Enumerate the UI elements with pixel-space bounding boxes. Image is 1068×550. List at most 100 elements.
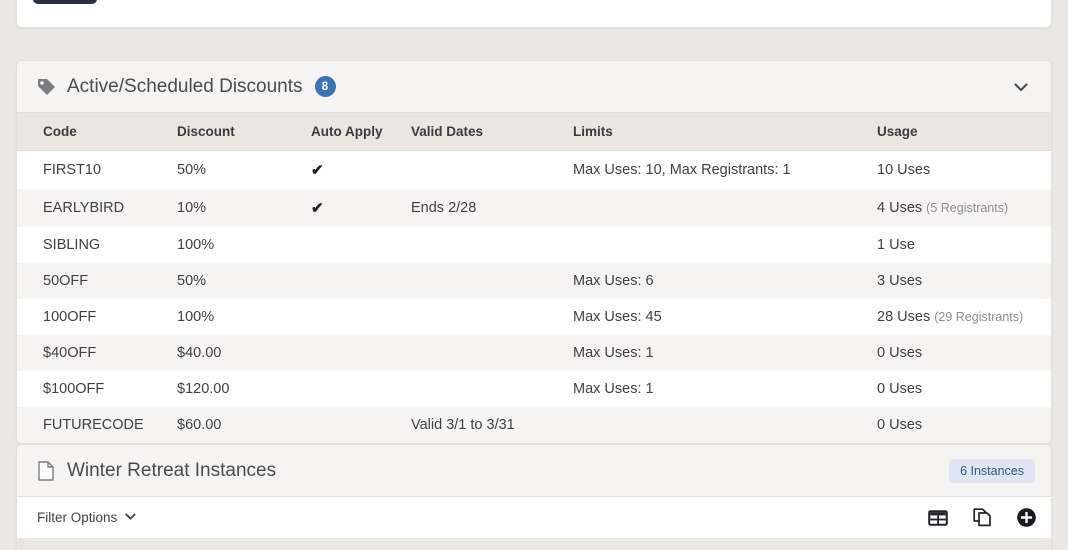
usage-value: 10 Uses: [877, 162, 931, 178]
cell-limits: Max Uses: 6: [573, 273, 654, 289]
cell-code: EARLYBIRD: [43, 200, 125, 216]
usage-value: 0 Uses: [877, 381, 923, 397]
cell-discount: $40.00: [177, 345, 222, 361]
instances-card-header[interactable]: Winter Retreat Instances 6 Instances: [17, 445, 1051, 497]
cell-discount: 50%: [177, 273, 207, 289]
cell-discount: $120.00: [177, 381, 230, 397]
column-header-end-date: End Date: [615, 539, 732, 550]
cell-limits: [573, 189, 877, 227]
chevron-down-icon[interactable]: [1007, 73, 1035, 101]
add-circle-icon[interactable]: [1015, 507, 1037, 529]
edit-button[interactable]: Edit: [33, 0, 98, 4]
cell-discount: 100%: [177, 237, 215, 253]
cell-auto-apply: ✔: [311, 200, 324, 217]
cell-limits: Max Uses: 45: [573, 309, 662, 325]
cell-usage: 4 Uses (5 Registrants): [877, 189, 1051, 227]
cell-limits: [573, 227, 877, 263]
cell-valid-dates: [411, 335, 573, 371]
tag-icon: [35, 76, 57, 98]
table-view-icon[interactable]: [927, 507, 949, 529]
column-header-registrants: Registrants: [732, 539, 854, 550]
column-header-auto-apply: Auto Apply: [311, 113, 411, 151]
cell-limits: Max Uses: 1: [573, 345, 654, 361]
usage-note: (29 Registrants): [934, 310, 1024, 324]
instances-action-icons: [927, 507, 1037, 529]
cell-discount: $60.00: [177, 417, 222, 433]
table-row[interactable]: $40OFF $40.00 Max Uses: 1 0 Uses: [17, 335, 1051, 371]
table-row[interactable]: EARLYBIRD 10% ✔ Ends 2/28 4 Uses (5 Regi…: [17, 189, 1051, 227]
cell-valid-dates: [411, 371, 573, 407]
cell-auto-apply: [311, 263, 411, 299]
table-row[interactable]: 100OFF 100% Max Uses: 45 28 Uses (29 Reg…: [17, 299, 1051, 335]
instances-card-title: Winter Retreat Instances: [67, 459, 277, 481]
duplicate-icon[interactable]: [971, 507, 993, 529]
cell-usage: 0 Uses: [877, 407, 1051, 443]
column-header-limits: Limits: [573, 113, 877, 151]
cell-limits: Max Uses: 1: [573, 381, 654, 397]
usage-note: (5 Registrants): [926, 201, 1009, 215]
instances-table-header-row: Name Start Date End Date Registrants Wai…: [17, 539, 1051, 550]
cell-code: FIRST10: [43, 162, 102, 178]
column-header-active: Active: [970, 539, 1051, 550]
table-row[interactable]: 50OFF 50% Max Uses: 6 3 Uses: [17, 263, 1051, 299]
cell-auto-apply: [311, 335, 411, 371]
column-header-code: Code: [17, 113, 177, 151]
discounts-table-body: FIRST10 50% ✔ Max Uses: 10, Max Registra…: [17, 150, 1051, 443]
cell-usage: 0 Uses: [877, 371, 1051, 407]
column-header-start-date: Start Date: [457, 539, 615, 550]
cell-discount: 100%: [177, 309, 215, 325]
cell-valid-dates: Valid 3/1 to 3/31: [411, 417, 515, 433]
discounts-table-header-row: Code Discount Auto Apply Valid Dates Lim…: [17, 113, 1051, 151]
usage-value: 3 Uses: [877, 273, 923, 289]
cell-discount: 10%: [177, 200, 207, 216]
table-row[interactable]: FIRST10 50% ✔ Max Uses: 10, Max Registra…: [17, 150, 1051, 190]
instances-table: Name Start Date End Date Registrants Wai…: [17, 539, 1051, 550]
instances-filter-bar: Filter Options: [17, 497, 1051, 539]
usage-value: 0 Uses: [877, 417, 923, 433]
usage-value: 28 Uses: [877, 309, 931, 325]
filter-options-label: Filter Options: [37, 510, 118, 525]
cell-valid-dates: [411, 299, 573, 335]
details-card-partial: Edit: [16, 0, 1052, 28]
page-root: Edit Active/Scheduled Discounts 8 Code: [0, 0, 1068, 550]
cell-valid-dates: [411, 263, 573, 299]
discounts-count-badge: 8: [314, 76, 336, 97]
filter-options-toggle[interactable]: Filter Options: [37, 510, 137, 526]
column-header-usage: Usage: [877, 113, 1051, 151]
table-row[interactable]: SIBLING 100% 1 Use: [17, 227, 1051, 263]
cell-usage: 28 Uses (29 Registrants): [877, 299, 1051, 335]
discounts-table: Code Discount Auto Apply Valid Dates Lim…: [17, 113, 1051, 443]
column-header-wait-list: Wait List: [854, 539, 970, 550]
cell-auto-apply: [311, 299, 411, 335]
cell-code: SIBLING: [43, 237, 101, 253]
usage-value: 4 Uses: [877, 200, 923, 216]
cell-usage: 0 Uses: [877, 335, 1051, 371]
cell-discount: 50%: [177, 162, 207, 178]
cell-auto-apply: [311, 371, 411, 407]
document-icon: [35, 460, 57, 482]
cell-code: $100OFF: [43, 381, 105, 397]
table-row[interactable]: $100OFF $120.00 Max Uses: 1 0 Uses: [17, 371, 1051, 407]
usage-value: 0 Uses: [877, 345, 923, 361]
cell-valid-dates: Ends 2/28: [411, 200, 477, 216]
cell-auto-apply: ✔: [311, 162, 324, 179]
cell-usage: 1 Use: [877, 227, 1051, 263]
cell-limits: Max Uses: 10, Max Registrants: 1: [573, 162, 791, 178]
cell-code: 50OFF: [43, 273, 89, 289]
discounts-card: Active/Scheduled Discounts 8 Code Discou…: [16, 60, 1052, 444]
cell-auto-apply: [311, 227, 411, 263]
discounts-card-header[interactable]: Active/Scheduled Discounts 8: [17, 61, 1051, 113]
table-row[interactable]: FUTURECODE $60.00 Valid 3/1 to 3/31 0 Us…: [17, 407, 1051, 443]
cell-auto-apply: [311, 407, 411, 443]
cell-usage: 10 Uses: [877, 151, 1051, 190]
column-header-discount: Discount: [177, 113, 311, 151]
cell-code: FUTURECODE: [43, 417, 144, 433]
discounts-card-title: Active/Scheduled Discounts: [67, 75, 303, 97]
cell-code: $40OFF: [43, 345, 97, 361]
cell-code: 100OFF: [43, 309, 97, 325]
column-header-valid-dates: Valid Dates: [411, 113, 573, 151]
cell-usage: 3 Uses: [877, 263, 1051, 299]
cell-valid-dates: [411, 227, 573, 263]
cell-valid-dates: [411, 151, 573, 190]
cell-limits: [573, 407, 877, 443]
